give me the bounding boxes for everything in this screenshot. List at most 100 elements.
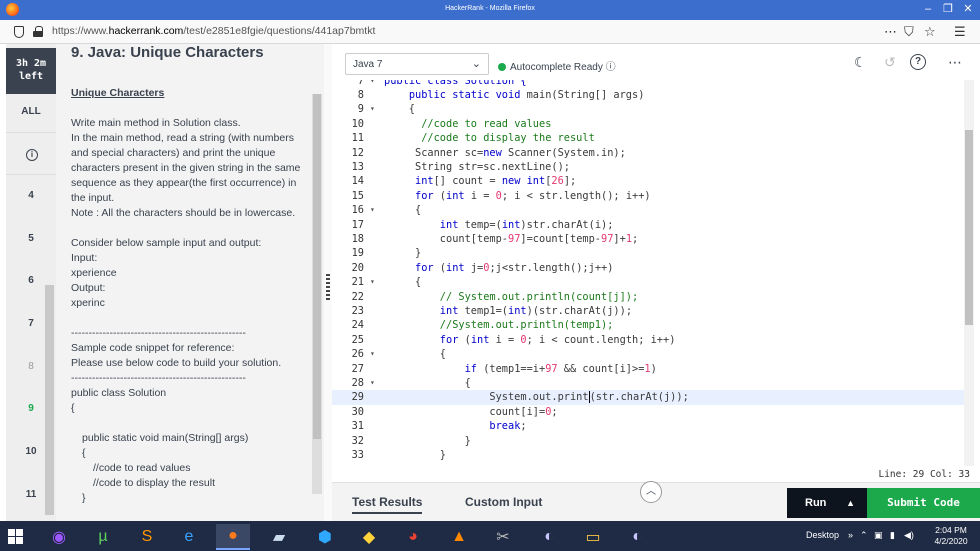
code-line[interactable]: 25 for (int i = 0; i < count.length; i++…: [332, 333, 964, 347]
line-number: 21: [351, 276, 364, 289]
code-text: for (int i = 0; i < count.length; i++): [439, 333, 676, 346]
theme-toggle-icon[interactable]: ☾: [854, 54, 867, 71]
eclipse-icon[interactable]: ◐: [532, 524, 566, 550]
code-line[interactable]: 26 ▾ {: [332, 347, 964, 361]
code-line[interactable]: 13 String str=sc.nextLine();: [332, 160, 964, 174]
code-line[interactable]: 16 ▾ {: [332, 203, 964, 217]
line-number: 9: [357, 103, 364, 116]
code-line[interactable]: 31 break;: [332, 419, 964, 433]
fold-icon[interactable]: ▾: [370, 80, 380, 88]
problem-scrollbar[interactable]: [312, 94, 322, 494]
help-icon[interactable]: ?: [910, 54, 926, 70]
windows-start-icon[interactable]: [8, 529, 24, 544]
code-line[interactable]: 7 ▾ public class Solution {: [332, 80, 964, 88]
code-line[interactable]: 12 Scanner sc=new Scanner(System.in);: [332, 146, 964, 160]
tray-chevron-icon[interactable]: »: [848, 530, 853, 540]
firefox-taskbar-icon[interactable]: ●: [216, 524, 250, 550]
code-line[interactable]: 24 //System.out.println(temp1);: [332, 318, 964, 332]
code-editor[interactable]: 7 ▾ public class Solution {8 public static…: [332, 80, 964, 466]
app-tray-icon[interactable]: ▣: [874, 530, 883, 541]
close-icon[interactable]: ✕: [960, 2, 976, 16]
submit-code-button[interactable]: Submit Code: [867, 488, 980, 518]
snipping-tool-icon[interactable]: ✂: [486, 524, 520, 550]
menu-icon[interactable]: ☰: [954, 24, 966, 40]
fold-icon[interactable]: ▾: [370, 102, 380, 116]
more-options-icon[interactable]: ⋯: [948, 54, 962, 71]
code-line[interactable]: 33 }: [332, 448, 964, 462]
network-icon[interactable]: ▮: [890, 530, 895, 541]
code-line[interactable]: 30 count[i]=0;: [332, 405, 964, 419]
code-line[interactable]: 9 ▾ {: [332, 102, 964, 116]
file-explorer-icon[interactable]: ▭: [576, 524, 610, 550]
code-line[interactable]: 21 ▾ {: [332, 275, 964, 289]
code-line[interactable]: 29 System.out.print(str.charAt(j));: [332, 390, 964, 405]
line-number: 27: [351, 362, 364, 375]
fold-icon[interactable]: ▾: [370, 275, 380, 289]
internet-explorer-icon[interactable]: e: [172, 524, 206, 550]
info-icon[interactable]: i: [26, 149, 38, 161]
tab-test-results[interactable]: Test Results: [352, 495, 423, 514]
fold-icon[interactable]: ▾: [370, 347, 380, 361]
page-actions-icon[interactable]: ⋯: [884, 24, 897, 40]
nav-scrollbar[interactable]: [45, 285, 54, 515]
code-line[interactable]: 28 ▾ {: [332, 376, 964, 390]
code-line[interactable]: 19 }: [332, 246, 964, 260]
caret-up-icon[interactable]: ▲: [846, 488, 855, 518]
run-button[interactable]: Run ▲: [787, 488, 867, 518]
eclipse-2-icon[interactable]: ◐: [620, 524, 654, 550]
code-line[interactable]: 17 int temp=(int)str.charAt(i);: [332, 218, 964, 232]
code-line[interactable]: 15 for (int i = 0; i < str.length(); i++…: [332, 189, 964, 203]
code-line[interactable]: 18 count[temp-97]=count[temp-97]+1;: [332, 232, 964, 246]
line-number: 13: [351, 161, 364, 173]
system-clock[interactable]: 2:04 PM 4/2/2020: [928, 525, 974, 547]
line-number: 10: [351, 117, 364, 130]
pocket-icon[interactable]: ⛉: [904, 24, 914, 40]
tab-custom-input[interactable]: Custom Input: [465, 495, 542, 509]
python-icon[interactable]: ◆: [352, 524, 386, 550]
vlc-icon[interactable]: ▲: [442, 524, 476, 550]
code-line[interactable]: 20 for (int j=0;j<str.length();j++): [332, 261, 964, 275]
code-text: String str=sc.nextLine();: [384, 161, 570, 173]
code-line[interactable]: 32 }: [332, 434, 964, 448]
sublime-text-icon[interactable]: S: [130, 524, 164, 550]
reset-code-icon[interactable]: ↺: [884, 54, 896, 71]
code-line[interactable]: 27 if (temp1==i+97 && count[i]>=1): [332, 362, 964, 376]
app-store-icon[interactable]: ⬢: [308, 524, 342, 550]
chrome-icon[interactable]: ◕: [396, 524, 430, 550]
code-line[interactable]: 23 int temp1=(int)(str.charAt(j));: [332, 304, 964, 318]
code-text: public static void main(String[] args): [408, 89, 645, 101]
fold-icon[interactable]: ▾: [370, 376, 380, 390]
lock-icon[interactable]: [33, 26, 43, 37]
code-line[interactable]: 10 //code to read values: [332, 117, 964, 131]
utorrent-icon[interactable]: µ: [86, 524, 120, 550]
notes-app-icon[interactable]: ▰: [262, 524, 296, 550]
code-line[interactable]: 11 //code to display the result: [332, 131, 964, 145]
desktop-toolbar[interactable]: Desktop: [806, 530, 839, 540]
code-text: {: [384, 377, 471, 389]
problem-heading: Unique Characters: [71, 87, 165, 99]
nav-question-5[interactable]: 5: [6, 233, 56, 244]
maximize-icon[interactable]: ❐: [940, 2, 956, 16]
line-number: 26: [351, 348, 364, 361]
code-text: }: [384, 449, 446, 461]
show-hidden-icons-icon[interactable]: ⌃: [860, 530, 868, 541]
panel-resize-handle[interactable]: [324, 44, 332, 521]
url-field[interactable]: https://www.hackerrank.com/test/e2851e8f…: [52, 25, 375, 37]
code-line[interactable]: 22 // System.out.println(count[j]);: [332, 290, 964, 304]
code-line[interactable]: 14 int[] count = new int[26];: [332, 174, 964, 188]
language-select[interactable]: Java 7 ⌄: [345, 53, 489, 75]
volume-icon[interactable]: ◀): [904, 530, 914, 541]
nav-question-4[interactable]: 4: [6, 190, 56, 201]
nav-all[interactable]: ALL: [6, 106, 56, 117]
minimize-icon[interactable]: –: [920, 2, 936, 16]
code-text: for (int j=0;j<str.length();j++): [415, 261, 614, 274]
info-icon[interactable]: ⓘ: [606, 62, 616, 73]
tracking-shield-icon[interactable]: [14, 26, 24, 38]
media-player-icon[interactable]: ◉: [42, 524, 76, 550]
expand-panel-icon[interactable]: ︿: [640, 481, 662, 503]
bookmark-star-icon[interactable]: ☆: [924, 24, 936, 40]
editor-scrollbar[interactable]: [964, 80, 974, 466]
problem-statement: Unique Characters Write main method in S…: [71, 86, 303, 506]
code-line[interactable]: 8 public static void main(String[] args): [332, 88, 964, 102]
fold-icon[interactable]: ▾: [370, 203, 380, 217]
